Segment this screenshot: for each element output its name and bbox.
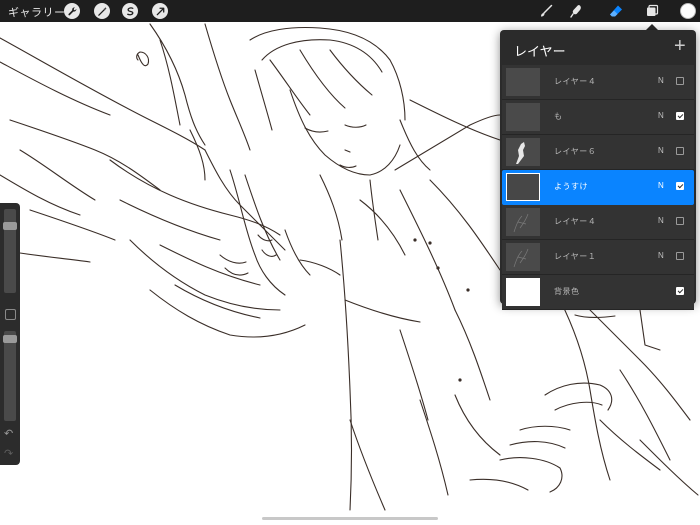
layer-thumbnail [506,243,540,271]
layer-visibility-checkbox[interactable] [676,112,684,120]
left-sidebar: ↶ ↷ [0,203,20,465]
layer-name: も [554,112,563,121]
layer-row[interactable]: ようすけ N [502,170,694,205]
blend-mode-button[interactable]: N [658,181,664,190]
layer-thumbnail [506,208,540,236]
layer-thumbnail [506,103,540,131]
blend-mode-button[interactable]: N [658,76,664,85]
layer-divider [502,309,694,310]
home-indicator [262,517,438,520]
layer-row[interactable]: もN [502,100,694,135]
layer-row[interactable]: レイヤー４ N [502,65,694,100]
top-toolbar: ギャラリー [0,0,700,22]
blend-mode-button[interactable]: N [658,251,664,260]
layer-row[interactable]: レイヤー４ N [502,205,694,240]
layer-visibility-checkbox[interactable] [676,287,684,295]
selection-icon[interactable] [122,3,138,19]
undo-icon[interactable]: ↶ [4,427,13,440]
transform-icon[interactable] [152,3,168,19]
layer-thumbnail [506,138,540,166]
layer-thumbnail [506,173,540,201]
layer-name: レイヤー４ [554,217,597,226]
layer-visibility-checkbox[interactable] [676,217,684,225]
smudge-icon[interactable] [568,3,584,19]
blend-mode-button[interactable]: N [658,146,664,155]
layer-visibility-checkbox[interactable] [676,77,684,85]
layer-visibility-checkbox[interactable] [676,182,684,190]
layers-panel: レイヤー + レイヤー４ N も N レイヤー６ N ようすけ N レイヤー４ N レイヤー１ N 背景… [500,30,696,310]
eraser-icon[interactable] [608,3,624,19]
magic-wand-icon[interactable] [94,3,110,19]
blend-mode-button[interactable]: N [658,111,664,120]
layer-name: レイヤー６ [554,147,597,156]
color-picker-button[interactable] [680,3,696,19]
gallery-button[interactable]: ギャラリー [8,4,66,20]
redo-icon[interactable]: ↷ [4,447,13,460]
layers-icon[interactable] [644,3,660,19]
layer-thumbnail [506,68,540,96]
layer-name: ようすけ [554,182,588,191]
brush-size-slider-thumb[interactable] [3,222,17,230]
layer-visibility-checkbox[interactable] [676,147,684,155]
modify-button[interactable] [5,309,16,320]
layer-name: レイヤー１ [554,252,597,261]
layer-name: 背景色 [554,287,580,296]
brush-icon[interactable] [538,3,554,19]
layer-name: レイヤー４ [554,77,597,86]
layers-panel-title: レイヤー [514,44,566,59]
add-layer-button[interactable]: + [674,34,686,58]
layer-row[interactable]: レイヤー６ N [502,135,694,170]
layer-row[interactable]: 背景色 [502,275,694,310]
blend-mode-button[interactable]: N [658,216,664,225]
layer-thumbnail [506,278,540,306]
layer-visibility-checkbox[interactable] [676,252,684,260]
layer-row[interactable]: レイヤー１ N [502,240,694,275]
brush-size-slider[interactable] [3,209,17,293]
opacity-slider-thumb[interactable] [3,335,17,343]
wrench-icon[interactable] [64,3,80,19]
opacity-slider[interactable] [3,331,17,421]
